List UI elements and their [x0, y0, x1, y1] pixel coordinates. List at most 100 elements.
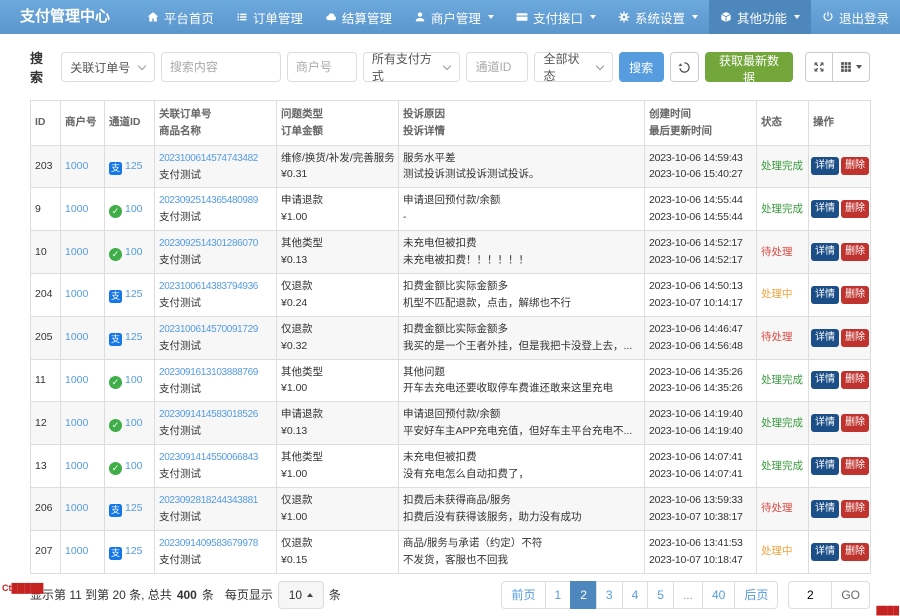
cell-time: 2023-10-06 14:46:47 2023-10-06 14:56:48: [645, 316, 757, 359]
detail-button[interactable]: 详情: [811, 329, 839, 347]
channel-id-link[interactable]: 100: [125, 203, 143, 215]
channel-id-link[interactable]: 100: [125, 460, 143, 472]
merchant-link[interactable]: 1000: [65, 417, 88, 429]
search-field-select[interactable]: 关联订单号: [61, 52, 155, 82]
pay-channel-icon: 支: [109, 504, 122, 517]
cell-merchant: 1000: [61, 231, 105, 274]
detail-button[interactable]: 详情: [811, 243, 839, 261]
channel-input[interactable]: [466, 52, 528, 82]
complaint-detail: 不发货，客服也不回我: [403, 552, 640, 569]
page-button-1[interactable]: 1: [545, 581, 572, 609]
channel-id-link[interactable]: 125: [125, 502, 143, 514]
columns-button[interactable]: [832, 52, 870, 82]
detail-button[interactable]: 详情: [811, 371, 839, 389]
channel-id-link[interactable]: 100: [125, 374, 143, 386]
created-time: 2023-10-06 14:19:40: [649, 406, 752, 423]
keyword-input[interactable]: [161, 52, 281, 82]
delete-button[interactable]: 删除: [841, 243, 869, 261]
page-button-5[interactable]: 5: [647, 581, 674, 609]
detail-button[interactable]: 详情: [811, 414, 839, 432]
merchant-link[interactable]: 1000: [65, 246, 88, 258]
delete-button[interactable]: 删除: [841, 286, 869, 304]
order-number-link[interactable]: 2023091414583018526: [159, 409, 258, 420]
go-button[interactable]: GO: [832, 581, 870, 609]
order-number-link[interactable]: 2023100614574743482: [159, 153, 258, 164]
nav-item-payment-interface[interactable]: 支付接口: [505, 0, 607, 34]
merchant-link[interactable]: 1000: [65, 374, 88, 386]
delete-button[interactable]: 删除: [841, 329, 869, 347]
merchant-link[interactable]: 1000: [65, 288, 88, 300]
search-button[interactable]: 搜索: [619, 52, 664, 82]
fullscreen-button[interactable]: [805, 52, 832, 82]
channel-id-link[interactable]: 125: [125, 331, 143, 343]
page-size-select[interactable]: 10: [278, 581, 324, 609]
complaint-reason: 服务水平差: [403, 150, 640, 167]
detail-button[interactable]: 详情: [811, 200, 839, 218]
merchant-link[interactable]: 1000: [65, 203, 88, 215]
chevron-down-icon: [488, 15, 494, 19]
nav-item-order-management[interactable]: 订单管理: [225, 0, 314, 34]
page-button-4[interactable]: 4: [622, 581, 649, 609]
nav-item-other-functions[interactable]: 其他功能: [709, 0, 811, 34]
nav-item-merchant-management[interactable]: 商户管理: [403, 0, 505, 34]
delete-button[interactable]: 删除: [841, 543, 869, 561]
cell-issue: 维修/换货/补发/完善服务 ¥0.31: [277, 145, 399, 188]
delete-button[interactable]: 删除: [841, 157, 869, 175]
delete-button[interactable]: 删除: [841, 200, 869, 218]
merchant-link[interactable]: 1000: [65, 331, 88, 343]
channel-id-link[interactable]: 125: [125, 288, 143, 300]
order-number-link[interactable]: 2023092514301286070: [159, 238, 258, 249]
page-button-40[interactable]: 40: [702, 581, 735, 609]
created-time: 2023-10-06 14:07:41: [649, 449, 752, 466]
nav-label: 平台首页: [164, 8, 214, 27]
delete-button[interactable]: 删除: [841, 500, 869, 518]
merchant-link[interactable]: 1000: [65, 545, 88, 557]
nav-item-system-settings[interactable]: 系统设置: [607, 0, 709, 34]
nav-item-logout[interactable]: 退出登录: [811, 0, 900, 34]
order-number-link[interactable]: 2023100614570091729: [159, 324, 258, 335]
merchant-link[interactable]: 1000: [65, 460, 88, 472]
delete-button[interactable]: 删除: [841, 457, 869, 475]
nav-label: 其他功能: [737, 8, 787, 27]
channel-id-link[interactable]: 125: [125, 545, 143, 557]
cell-time: 2023-10-06 13:59:33 2023-10-07 10:38:17: [645, 487, 757, 530]
order-number-link[interactable]: 2023092818244343881: [159, 495, 258, 506]
nav-item-platform-home[interactable]: 平台首页: [136, 0, 225, 34]
goto-page-input[interactable]: [788, 581, 832, 609]
cell-time: 2023-10-06 14:19:40 2023-10-06 14:19:40: [645, 402, 757, 445]
complaint-reason: 商品/服务与承诺（约定）不符: [403, 535, 640, 552]
page-ellipsis: ...: [673, 581, 703, 609]
channel-id-link[interactable]: 100: [125, 417, 143, 429]
fetch-latest-button[interactable]: 获取最新数据: [705, 52, 793, 82]
refresh-button[interactable]: [670, 52, 700, 82]
detail-button[interactable]: 详情: [811, 543, 839, 561]
next-page-button[interactable]: 后页: [734, 581, 778, 609]
detail-button[interactable]: 详情: [811, 500, 839, 518]
order-number-link[interactable]: 2023092514365480989: [159, 195, 258, 206]
detail-button[interactable]: 详情: [811, 457, 839, 475]
detail-button[interactable]: 详情: [811, 286, 839, 304]
prev-page-button[interactable]: 前页: [501, 581, 545, 609]
order-number-link[interactable]: 2023100614383794936: [159, 281, 258, 292]
cell-merchant: 1000: [61, 273, 105, 316]
order-number-link[interactable]: 2023091613103888769: [159, 367, 258, 378]
paytype-select[interactable]: 所有支付方式: [363, 52, 461, 82]
detail-button[interactable]: 详情: [811, 157, 839, 175]
channel-id-link[interactable]: 125: [125, 160, 143, 172]
page-button-3[interactable]: 3: [596, 581, 623, 609]
delete-button[interactable]: 删除: [841, 371, 869, 389]
status-select[interactable]: 全部状态: [534, 52, 612, 82]
merchant-link[interactable]: 1000: [65, 160, 88, 172]
list-icon: [236, 11, 248, 23]
updated-time: 2023-10-06 15:40:27: [649, 166, 752, 183]
order-number-link[interactable]: 2023091414550066843: [159, 452, 258, 463]
updated-time: 2023-10-06 14:07:41: [649, 466, 752, 483]
merchant-link[interactable]: 1000: [65, 502, 88, 514]
delete-button[interactable]: 删除: [841, 414, 869, 432]
merchant-input[interactable]: [287, 52, 357, 82]
channel-id-link[interactable]: 100: [125, 246, 143, 258]
order-number-link[interactable]: 2023091409583679978: [159, 538, 258, 549]
cell-time: 2023-10-06 14:50:13 2023-10-07 10:14:17: [645, 273, 757, 316]
nav-item-settlement-management[interactable]: 结算管理: [314, 0, 403, 34]
page-button-2-active[interactable]: 2: [570, 581, 597, 609]
